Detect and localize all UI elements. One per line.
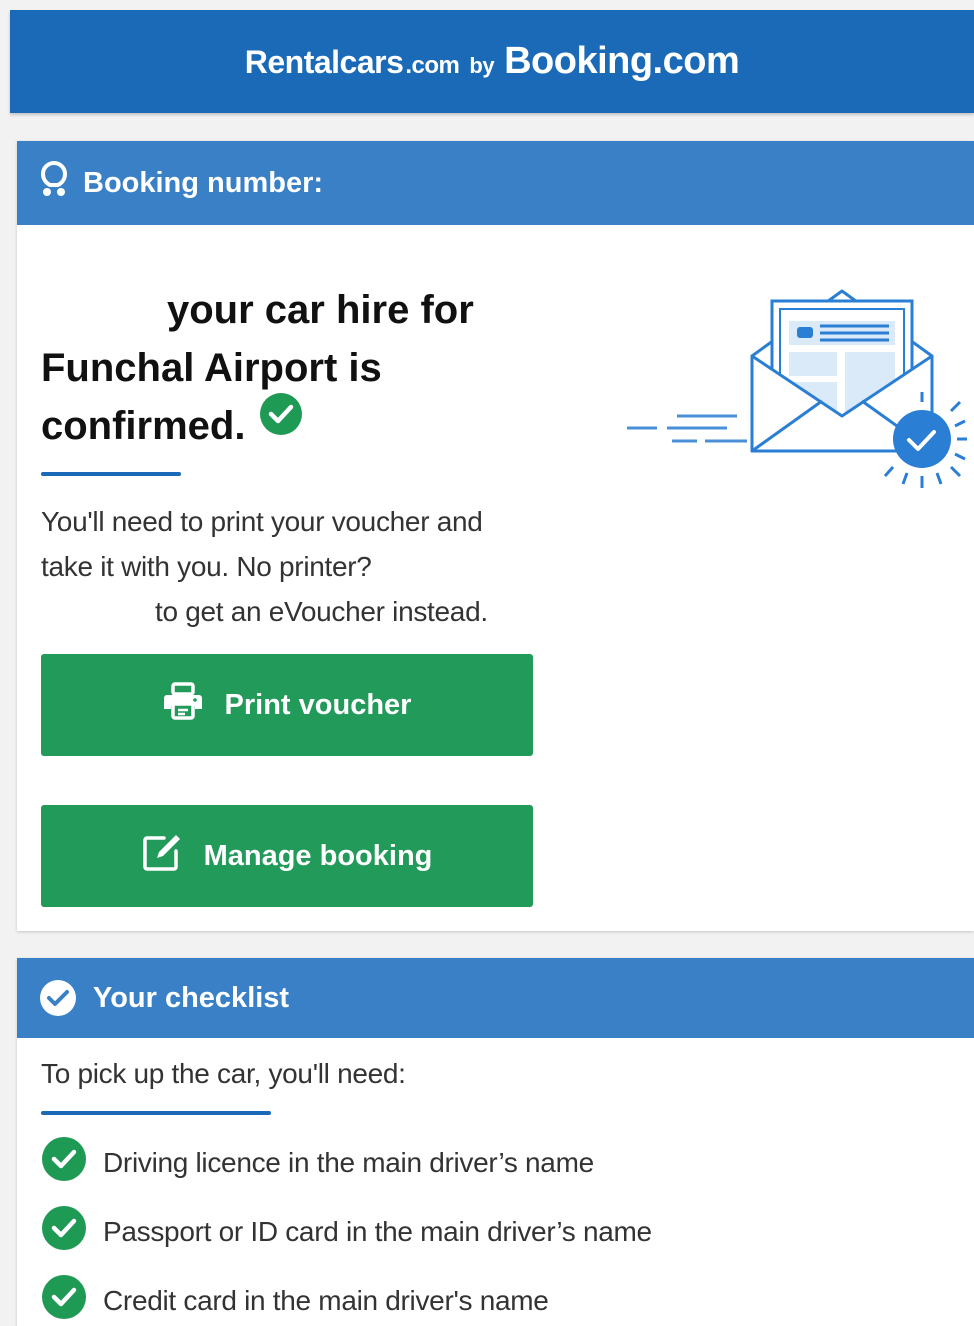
edit-icon <box>142 832 182 880</box>
check-circle-icon <box>41 1136 87 1189</box>
printer-icon <box>163 682 203 728</box>
manage-booking-button[interactable]: Manage booking <box>41 805 533 907</box>
brand-by: by <box>469 53 495 78</box>
booking-card: Booking number: your car hire for Funcha… <box>17 141 974 931</box>
brand-rentalcars: Rentalcars <box>244 44 404 80</box>
headline-line-2: Funchal Airport is <box>41 346 382 390</box>
checklist-card: Your checklist To pick up the car, you'l… <box>17 958 974 1326</box>
booking-pin-icon <box>39 160 69 205</box>
print-voucher-button[interactable]: Print voucher <box>41 654 533 756</box>
check-circle-icon <box>41 1205 87 1258</box>
print-voucher-label: Print voucher <box>224 688 412 721</box>
checklist-item-label: Driving licence in the main driver’s nam… <box>103 1146 594 1178</box>
checklist-item-label: Passport or ID card in the main driver’s… <box>103 1215 652 1247</box>
voucher-line-2: take it with you. No printer? <box>41 551 372 582</box>
voucher-email-illustration <box>617 276 969 506</box>
check-circle-icon <box>41 1274 87 1326</box>
headline-line-3: confirmed. <box>41 404 246 448</box>
checklist-card-header: Your checklist <box>17 958 974 1038</box>
list-item: Passport or ID card in the main driver’s… <box>41 1197 652 1266</box>
brand-rentalcars-suffix: .com <box>405 52 460 79</box>
list-item: Credit card in the main driver's name <box>41 1266 652 1326</box>
voucher-line-1: You'll need to print your voucher and <box>41 506 483 537</box>
confirmed-check-icon <box>259 392 303 452</box>
checklist-item-label: Credit card in the main driver's name <box>103 1284 549 1316</box>
checklist-underline <box>41 1111 271 1115</box>
booking-card-header: Booking number: <box>17 141 974 225</box>
page: Rentalcars .com by Booking.com Booking n… <box>0 0 974 1326</box>
check-circle-icon <box>39 979 77 1017</box>
brand-logo[interactable]: Rentalcars .com by Booking.com <box>245 40 740 83</box>
brand-booking: Booking.com <box>504 40 740 82</box>
voucher-instructions: You'll need to print your voucher and ta… <box>41 499 581 634</box>
checklist-intro: To pick up the car, you'll need: <box>41 1058 406 1089</box>
list-item: Driving licence in the main driver’s nam… <box>41 1128 652 1197</box>
checklist-items: Driving licence in the main driver’s nam… <box>41 1128 652 1326</box>
manage-booking-label: Manage booking <box>203 839 433 872</box>
confirmation-headline: your car hire for Funchal Airport is con… <box>41 281 561 458</box>
brand-header: Rentalcars .com by Booking.com <box>10 10 974 113</box>
booking-number-label: Booking number: <box>83 166 324 199</box>
voucher-line-3: to get an eVoucher instead. <box>155 596 488 627</box>
headline-underline <box>41 472 181 476</box>
checklist-title: Your checklist <box>93 981 290 1014</box>
headline-line-1: your car hire for <box>167 288 474 332</box>
